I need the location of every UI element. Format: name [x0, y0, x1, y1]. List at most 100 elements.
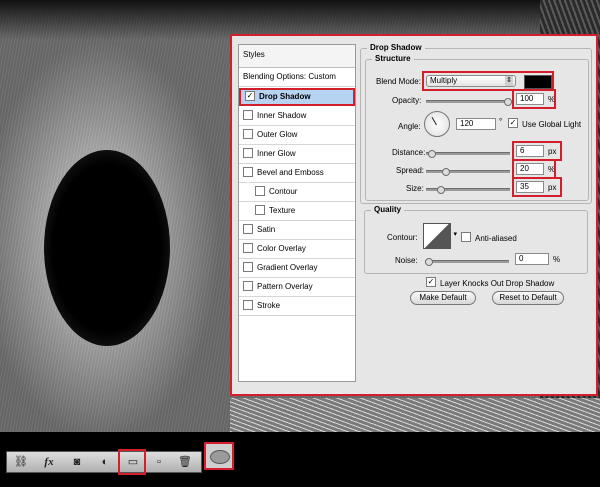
style-item-label: Inner Glow — [257, 149, 296, 158]
noise-slider[interactable] — [425, 258, 509, 266]
style-item-color-overlay[interactable]: Color Overlay — [239, 240, 355, 259]
opacity-slider[interactable] — [426, 98, 512, 106]
checkmark-icon: ✓ — [426, 277, 436, 287]
spread-label: Spread: — [396, 166, 425, 175]
style-item-contour[interactable]: Contour — [239, 183, 355, 202]
checkbox-icon[interactable] — [243, 128, 253, 139]
size-highlight — [512, 177, 562, 197]
spread-highlight — [512, 159, 556, 179]
style-item-label: Bevel and Emboss — [257, 168, 324, 177]
opacity-highlight — [512, 89, 556, 109]
styles-list: Styles Blending Options: Custom ✓ Drop Sh… — [238, 44, 356, 382]
distance-slider[interactable] — [426, 150, 510, 158]
style-item-label: Drop Shadow — [259, 92, 311, 101]
checkbox-icon[interactable] — [243, 299, 253, 310]
checkbox-icon[interactable] — [243, 147, 253, 158]
checkbox-icon[interactable] — [255, 185, 265, 196]
style-item-label: Pattern Overlay — [257, 282, 313, 291]
style-item-outer-glow[interactable]: Outer Glow — [239, 126, 355, 145]
drop-shadow-group: Drop Shadow Structure Blend Mode: Multip… — [360, 43, 592, 204]
checkbox-icon[interactable] — [243, 280, 253, 291]
link-icon[interactable]: ⛓ — [13, 455, 29, 469]
style-item-pattern-overlay[interactable]: Pattern Overlay — [239, 278, 355, 297]
spread-slider[interactable] — [426, 168, 510, 176]
structure-group: Structure Blend Mode: Multiply ⇕ Opacity… — [365, 54, 589, 201]
blend-mode-label: Blend Mode: — [376, 77, 421, 86]
style-item-label: Contour — [269, 187, 298, 196]
checkbox-icon[interactable] — [255, 204, 265, 215]
noise-unit: % — [553, 255, 561, 264]
adjustment-icon[interactable]: ◐ — [97, 455, 113, 469]
style-item-label: Inner Shadow — [257, 111, 307, 120]
blending-options-item[interactable]: Blending Options: Custom — [239, 68, 355, 87]
style-item-label: Stroke — [257, 301, 281, 310]
style-item-bevel-and-emboss[interactable]: Bevel and Emboss — [239, 164, 355, 183]
fx-icon[interactable]: fx — [41, 455, 57, 469]
checkbox-icon[interactable] — [243, 242, 253, 253]
style-item-label: Texture — [269, 206, 296, 215]
distance-label: Distance: — [392, 148, 426, 157]
anti-aliased-checkbox[interactable] — [461, 232, 475, 243]
style-item-texture[interactable]: Texture — [239, 202, 355, 221]
contour-picker[interactable]: ▾ — [423, 223, 457, 249]
style-item-label: Color Overlay — [257, 244, 306, 253]
spread-slider-thumb[interactable] — [441, 168, 450, 176]
contour-label: Contour: — [387, 233, 418, 242]
opacity-slider-thumb[interactable] — [504, 98, 512, 106]
opacity-label: Opacity: — [392, 96, 422, 105]
angle-unit: ° — [499, 117, 503, 126]
noise-label: Noise: — [395, 256, 418, 265]
size-label: Size: — [406, 184, 424, 193]
style-item-satin[interactable]: Satin — [239, 221, 355, 240]
angle-dial[interactable] — [424, 111, 450, 137]
chevron-down-icon: ▾ — [453, 231, 457, 238]
checkbox-icon[interactable] — [243, 261, 253, 272]
checkbox-icon — [461, 232, 471, 242]
checkmark-icon: ✓ — [508, 118, 518, 128]
drop-shadow-panel: Drop Shadow Structure Blend Mode: Multip… — [360, 43, 592, 305]
anti-aliased-label: Anti-aliased — [475, 234, 517, 243]
size-slider[interactable] — [426, 186, 510, 194]
distance-slider-thumb[interactable] — [427, 150, 436, 158]
style-item-label: Outer Glow — [257, 130, 298, 139]
layer-knocks-out-label: Layer Knocks Out Drop Shadow — [440, 279, 555, 288]
style-item-label: Satin — [257, 225, 276, 234]
structure-title: Structure — [372, 54, 414, 63]
layer-style-dialog: Styles Blending Options: Custom ✓ Drop Sh… — [230, 34, 598, 396]
make-default-button[interactable]: Make Default — [410, 291, 476, 305]
layers-toolbar: ⛓ fx ◙ ◐ ▭ ▫ 🗑 — [0, 432, 600, 487]
new-layer-icon[interactable]: ▫ — [151, 455, 167, 469]
angle-label: Angle: — [398, 122, 421, 131]
angle-input[interactable]: 120 — [456, 118, 496, 130]
quality-title: Quality — [371, 205, 405, 214]
ellipse-thumbnail-icon — [210, 450, 230, 464]
style-item-inner-glow[interactable]: Inner Glow — [239, 145, 355, 164]
checkbox-icon[interactable] — [243, 109, 253, 120]
noise-input[interactable]: 0 — [515, 253, 549, 265]
style-item-gradient-overlay[interactable]: Gradient Overlay — [239, 259, 355, 278]
styles-header[interactable]: Styles — [239, 45, 355, 68]
blend-mode-highlight — [422, 71, 554, 91]
eye-pupil — [44, 150, 170, 346]
style-item-stroke[interactable]: Stroke — [239, 297, 355, 316]
noise-slider-thumb[interactable] — [425, 258, 433, 266]
style-item-label: Gradient Overlay — [257, 263, 318, 272]
checkbox-icon[interactable] — [243, 223, 253, 234]
layer-thumbnail[interactable] — [204, 442, 234, 470]
size-slider-thumb[interactable] — [436, 186, 445, 194]
layer-knocks-out-checkbox[interactable]: ✓ — [426, 277, 440, 288]
reset-to-default-button[interactable]: Reset to Default — [492, 291, 564, 305]
distance-highlight — [512, 141, 562, 161]
mask-icon[interactable]: ◙ — [69, 455, 85, 469]
checkmark-icon[interactable]: ✓ — [245, 90, 255, 101]
folder-highlight — [118, 449, 146, 475]
layers-toolbar-strip: ⛓ fx ◙ ◐ ▭ ▫ 🗑 — [6, 451, 202, 473]
quality-group: Quality Contour: ▾ Anti-aliased Noise: 0… — [364, 205, 588, 274]
drop-shadow-title: Drop Shadow — [367, 43, 425, 52]
trash-icon[interactable]: 🗑 — [177, 455, 193, 469]
style-item-drop-shadow[interactable]: ✓ Drop Shadow — [239, 88, 355, 106]
style-item-inner-shadow[interactable]: Inner Shadow — [239, 107, 355, 126]
use-global-light-label: Use Global Light — [522, 120, 582, 129]
checkbox-icon[interactable] — [243, 166, 253, 177]
use-global-light-checkbox[interactable]: ✓ — [508, 118, 522, 129]
